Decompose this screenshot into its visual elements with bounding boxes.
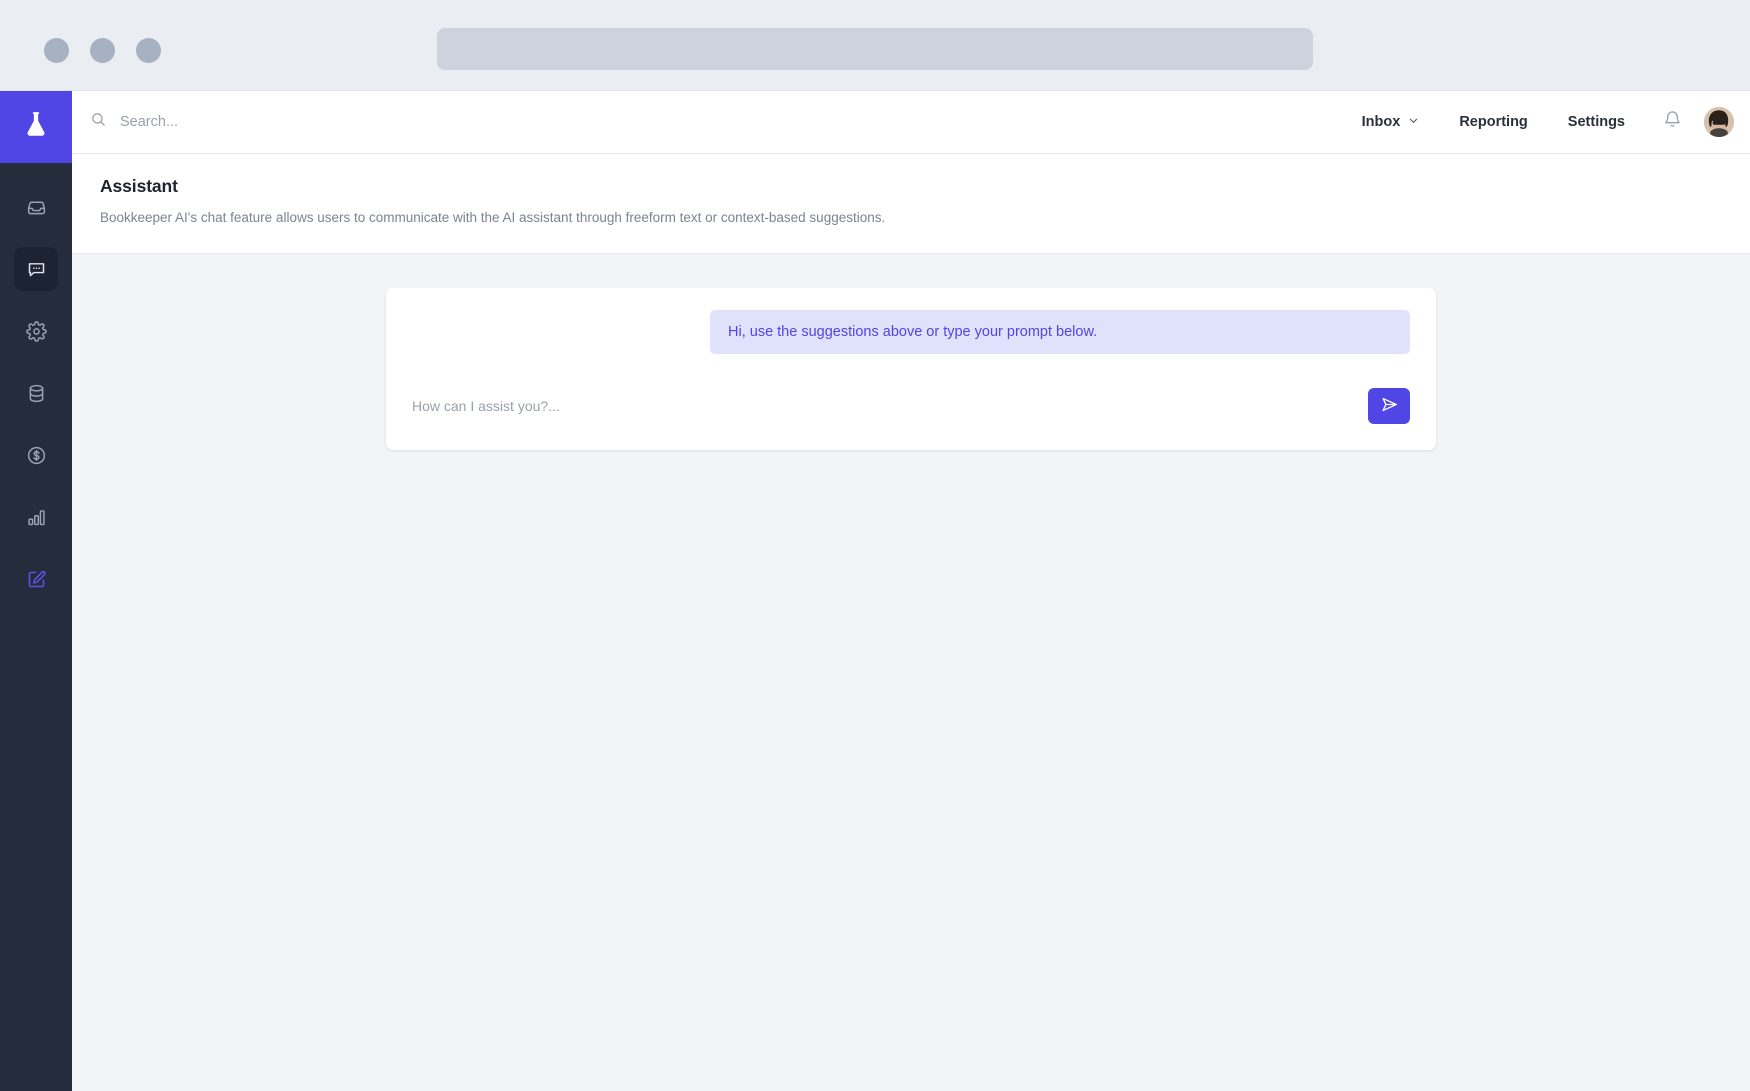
- sidebar-item-inbox[interactable]: [14, 185, 58, 229]
- app-header: Inbox Reporting Settings: [72, 91, 1750, 154]
- inbox-icon: [26, 197, 47, 218]
- sidebar-nav: [0, 163, 72, 601]
- page-title: Assistant: [100, 176, 178, 196]
- database-icon: [26, 383, 47, 404]
- message-row: Hi, use the suggestions above or type yo…: [412, 310, 1410, 354]
- sidebar-item-chat[interactable]: [14, 247, 58, 291]
- chat-card: Hi, use the suggestions above or type yo…: [386, 288, 1436, 450]
- bell-icon: [1663, 110, 1682, 134]
- notifications-button[interactable]: [1645, 110, 1700, 134]
- main-content: Hi, use the suggestions above or type yo…: [72, 254, 1750, 1091]
- window-traffic-lights: [44, 38, 161, 63]
- search-bar[interactable]: [90, 111, 1342, 133]
- avatar[interactable]: [1704, 107, 1734, 137]
- browser-chrome: [0, 0, 1750, 91]
- nav-item-reporting[interactable]: Reporting: [1439, 114, 1547, 130]
- nav-item-settings[interactable]: Settings: [1548, 114, 1645, 130]
- sidebar-item-reporting[interactable]: [14, 495, 58, 539]
- sidebar-item-billing[interactable]: [14, 433, 58, 477]
- sidebar-item-compose[interactable]: [14, 557, 58, 601]
- chat-composer: [412, 388, 1410, 424]
- avatar-image: [1704, 107, 1734, 137]
- header-actions: Inbox Reporting Settings: [1342, 107, 1734, 137]
- page-subtitle: Bookkeeper AI's chat feature allows user…: [100, 210, 886, 225]
- search-input[interactable]: [120, 114, 520, 130]
- pencil-square-icon: [26, 569, 47, 590]
- nav-item-inbox-label: Inbox: [1361, 114, 1401, 130]
- flask-icon: [23, 111, 49, 144]
- window-close-button[interactable]: [44, 38, 69, 63]
- dollar-circle-icon: [26, 445, 47, 466]
- search-icon: [90, 111, 107, 133]
- send-button[interactable]: [1368, 388, 1410, 424]
- sidebar: [0, 91, 72, 1091]
- page-header-band: Assistant Bookkeeper AI's chat feature a…: [72, 154, 1750, 254]
- app-logo[interactable]: [0, 91, 72, 163]
- browser-address-bar[interactable]: [437, 28, 1313, 70]
- nav-item-reporting-label: Reporting: [1459, 114, 1528, 130]
- chat-bubble-icon: [26, 259, 47, 280]
- gear-icon: [25, 320, 47, 342]
- sidebar-item-settings[interactable]: [14, 309, 58, 353]
- send-paper-plane-icon: [1380, 395, 1399, 417]
- assistant-message-bubble: Hi, use the suggestions above or type yo…: [710, 310, 1410, 354]
- bar-chart-icon: [26, 507, 47, 528]
- chat-input[interactable]: [412, 388, 1356, 424]
- nav-item-inbox[interactable]: Inbox: [1342, 114, 1440, 130]
- window-minimize-button[interactable]: [90, 38, 115, 63]
- sidebar-item-data[interactable]: [14, 371, 58, 415]
- chevron-down-icon: [1408, 114, 1419, 130]
- nav-item-settings-label: Settings: [1567, 114, 1625, 130]
- window-maximize-button[interactable]: [136, 38, 161, 63]
